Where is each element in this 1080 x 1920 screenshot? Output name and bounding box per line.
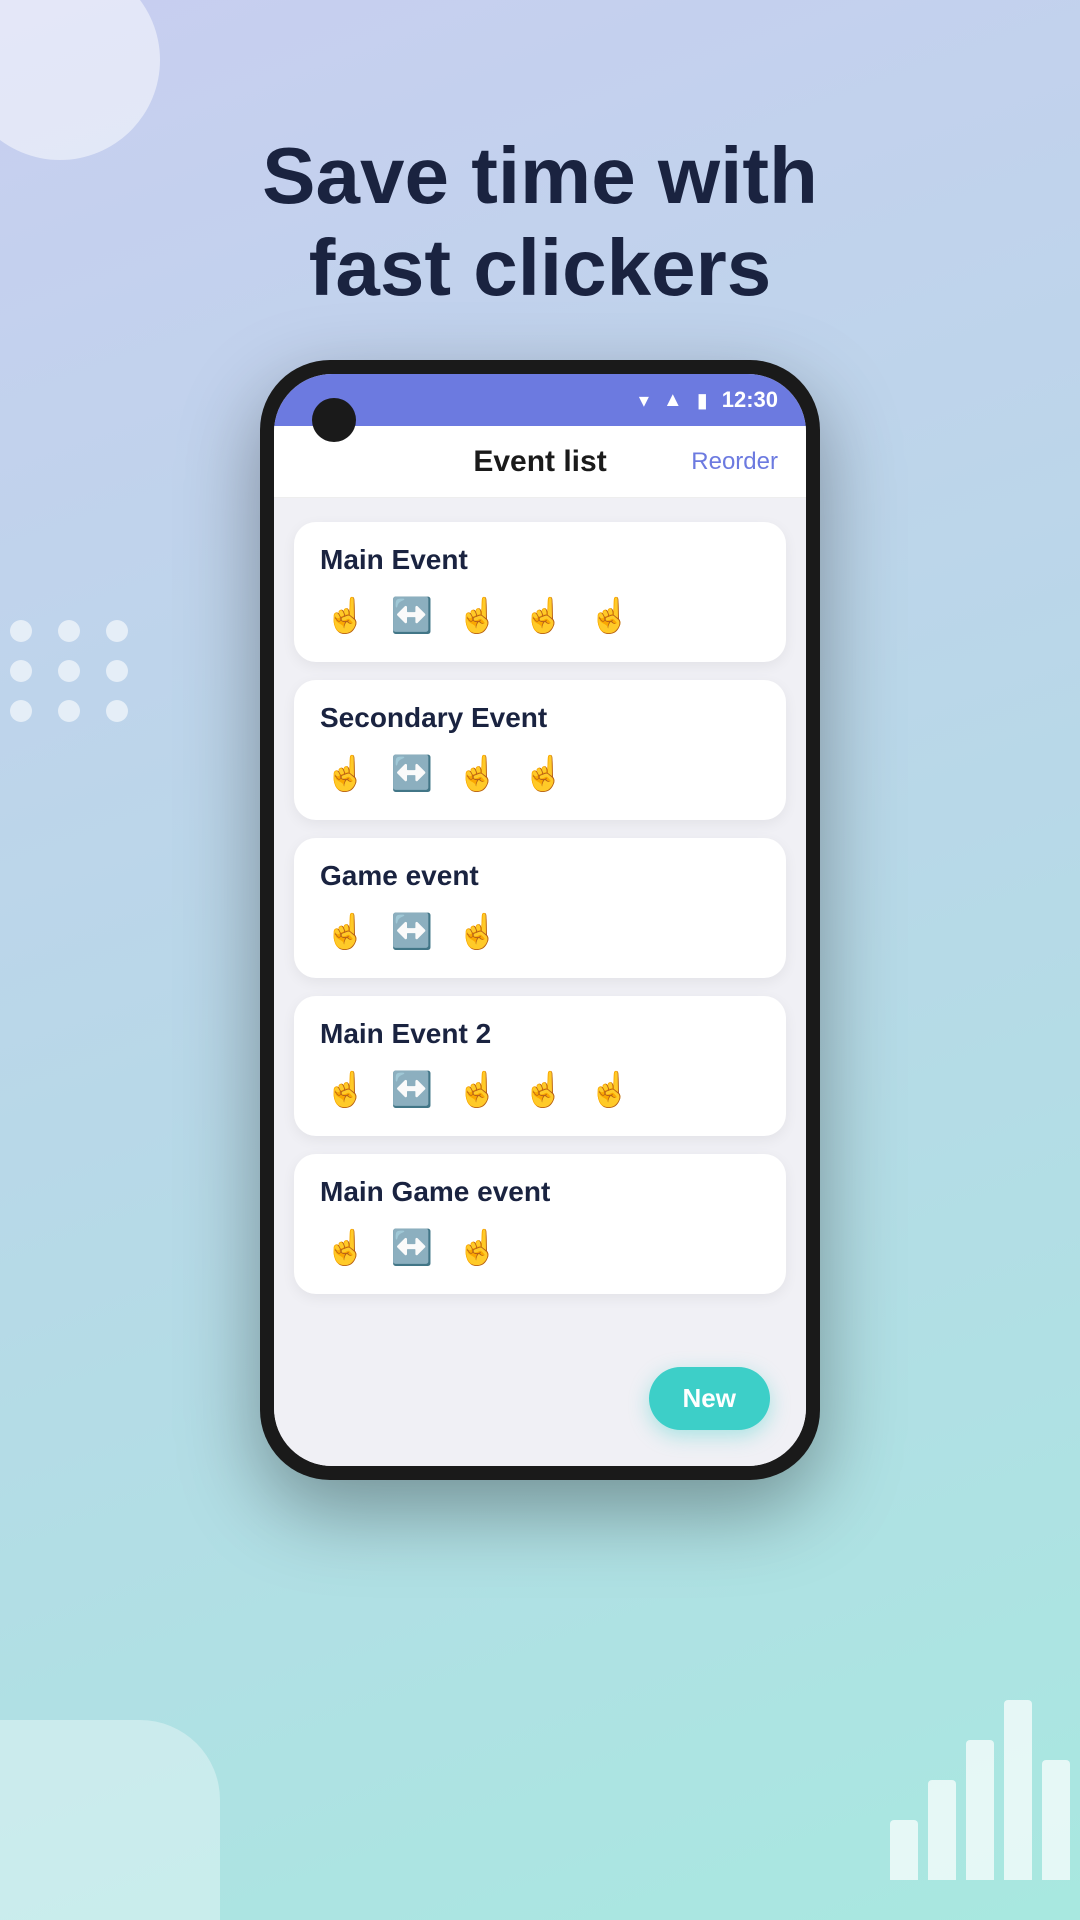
tap-icon: ☝ (325, 1231, 367, 1265)
tap-icon: ☝ (457, 1073, 499, 1107)
clicker-tap-1[interactable]: ☝ (320, 748, 372, 800)
bg-bars (890, 1700, 1080, 1880)
phone-inner: ▾ ▲ ▮ 12:30 Event list Reorder Main Even… (274, 374, 806, 1466)
clicker-tap-3[interactable]: ☝ (518, 748, 570, 800)
swipe-icon: ↔️ (391, 1231, 433, 1265)
battery-icon: ▮ (697, 388, 708, 413)
clicker-swipe-1[interactable]: ↔️ (386, 1222, 438, 1274)
tap-icon: ☝ (325, 757, 367, 791)
tap-icon: ☝ (457, 915, 499, 949)
clicker-tap-4[interactable]: ☝ (584, 1064, 636, 1116)
swipe-icon: ↔️ (391, 599, 433, 633)
tap-icon: ☝ (325, 599, 367, 633)
bg-bar (966, 1740, 994, 1880)
phone-outer: ▾ ▲ ▮ 12:30 Event list Reorder Main Even… (260, 360, 820, 1480)
event-card-main-event-2: Main Event 2 ☝ ↔️ ☝ ☝ ☝ (294, 996, 786, 1136)
clicker-tap-1[interactable]: ☝ (320, 1064, 372, 1116)
status-time: 12:30 (722, 387, 778, 413)
clicker-tap-1[interactable]: ☝ (320, 906, 372, 958)
wifi-icon: ▾ (639, 388, 649, 413)
reorder-button[interactable]: Reorder (691, 448, 778, 476)
app-title: Event list (473, 445, 606, 479)
clicker-tap-2[interactable]: ☝ (452, 1064, 504, 1116)
swipe-icon: ↔️ (391, 915, 433, 949)
clicker-tap-2[interactable]: ☝ (452, 748, 504, 800)
clicker-tap-4[interactable]: ☝ (584, 590, 636, 642)
event-name: Main Game event (320, 1176, 760, 1208)
headline-line2: fast clickers (309, 223, 772, 312)
clicker-row: ☝ ↔️ ☝ ☝ (320, 748, 760, 800)
headline-line1: Save time with (262, 131, 818, 220)
bg-bar (1042, 1760, 1070, 1880)
tap-icon: ☝ (325, 915, 367, 949)
clicker-tap-3[interactable]: ☝ (518, 590, 570, 642)
event-card-main-game-event: Main Game event ☝ ↔️ ☝ (294, 1154, 786, 1294)
clicker-tap-1[interactable]: ☝ (320, 1222, 372, 1274)
bg-bar (928, 1780, 956, 1880)
bg-bar (1004, 1700, 1032, 1880)
clicker-tap-2[interactable]: ☝ (452, 1222, 504, 1274)
tap-icon: ☝ (457, 757, 499, 791)
clicker-swipe-1[interactable]: ↔️ (386, 590, 438, 642)
event-card-secondary-event: Secondary Event ☝ ↔️ ☝ ☝ (294, 680, 786, 820)
phone-mockup: ▾ ▲ ▮ 12:30 Event list Reorder Main Even… (260, 360, 820, 1480)
camera-dot (312, 398, 356, 442)
clicker-row: ☝ ↔️ ☝ ☝ ☝ (320, 1064, 760, 1116)
event-card-game-event: Game event ☝ ↔️ ☝ (294, 838, 786, 978)
clicker-tap-2[interactable]: ☝ (452, 590, 504, 642)
event-name: Main Event 2 (320, 1018, 760, 1050)
bg-bottom-left (0, 1720, 220, 1920)
app-header: Event list Reorder (274, 426, 806, 498)
swipe-icon: ↔️ (391, 757, 433, 791)
event-name: Game event (320, 860, 760, 892)
signal-icon: ▲ (663, 389, 683, 412)
clicker-tap-1[interactable]: ☝ (320, 590, 372, 642)
clicker-tap-3[interactable]: ☝ (518, 1064, 570, 1116)
bg-dot-grid (10, 620, 136, 722)
clicker-swipe-1[interactable]: ↔️ (386, 748, 438, 800)
clicker-row: ☝ ↔️ ☝ (320, 1222, 760, 1274)
swipe-icon: ↔️ (391, 1073, 433, 1107)
clicker-row: ☝ ↔️ ☝ (320, 906, 760, 958)
clicker-tap-2[interactable]: ☝ (452, 906, 504, 958)
tap-icon: ☝ (523, 757, 565, 791)
event-name: Secondary Event (320, 702, 760, 734)
headline: Save time with fast clickers (0, 130, 1080, 314)
tap-icon: ☝ (589, 599, 631, 633)
tap-icon: ☝ (589, 1073, 631, 1107)
new-fab-button[interactable]: New (649, 1367, 770, 1430)
tap-icon: ☝ (457, 1231, 499, 1265)
tap-icon: ☝ (457, 599, 499, 633)
tap-icon: ☝ (523, 1073, 565, 1107)
bg-bar (890, 1820, 918, 1880)
tap-icon: ☝ (325, 1073, 367, 1107)
tap-icon: ☝ (523, 599, 565, 633)
clicker-swipe-1[interactable]: ↔️ (386, 1064, 438, 1116)
clicker-row: ☝ ↔️ ☝ ☝ ☝ (320, 590, 760, 642)
app-content: Main Event ☝ ↔️ ☝ ☝ ☝ Secondary Event ☝ … (274, 498, 806, 1466)
clicker-swipe-1[interactable]: ↔️ (386, 906, 438, 958)
event-name: Main Event (320, 544, 760, 576)
event-card-main-event: Main Event ☝ ↔️ ☝ ☝ ☝ (294, 522, 786, 662)
